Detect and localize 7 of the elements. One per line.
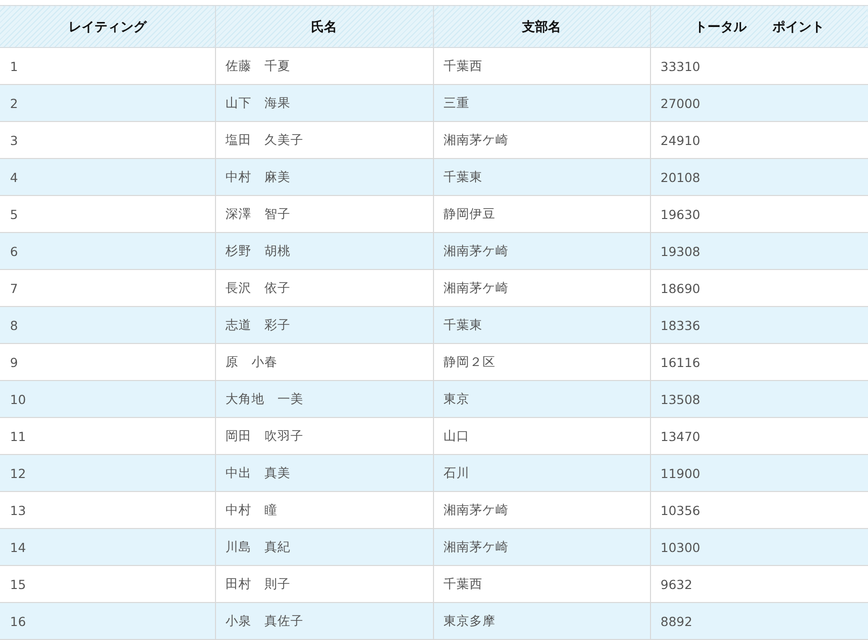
table-cell: 小泉 真佐子 (215, 602, 433, 640)
column-header: 氏名 (215, 6, 433, 48)
column-header: レイティング (0, 6, 215, 48)
table-cell: 東京多摩 (433, 602, 650, 640)
column-header: トータル ポイント (650, 6, 868, 48)
table-cell: 16 (0, 602, 215, 640)
column-header: 支部名 (433, 6, 650, 48)
